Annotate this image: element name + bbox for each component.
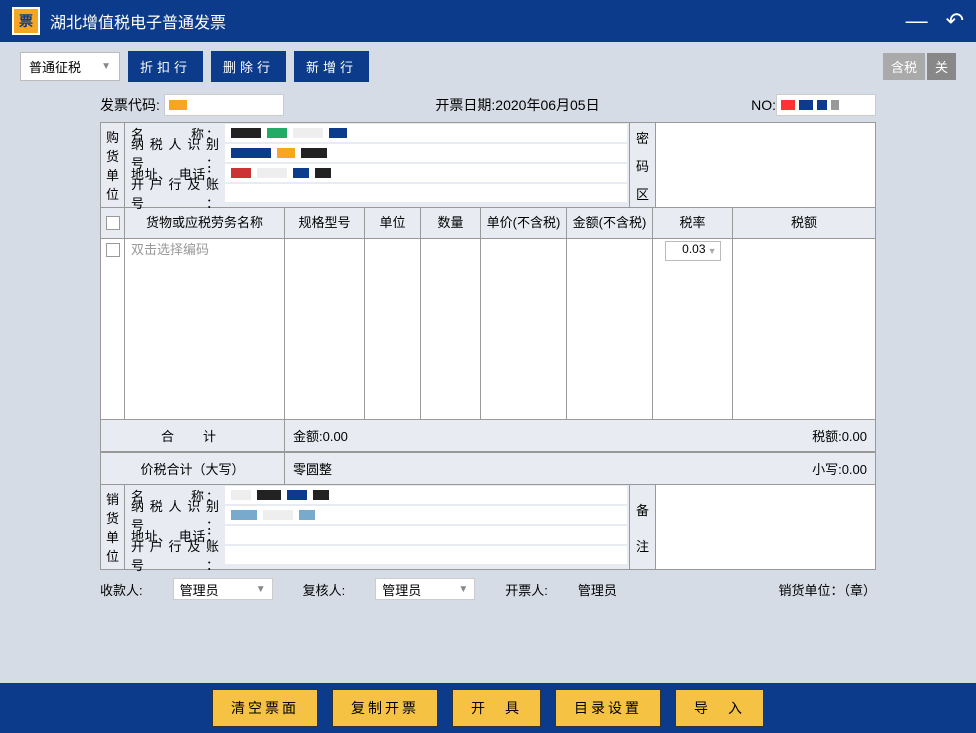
header-checkbox[interactable] <box>106 216 120 230</box>
unit-cell[interactable] <box>365 239 421 419</box>
col-qty: 数量 <box>421 208 481 238</box>
seller-taxid-field[interactable] <box>225 506 627 524</box>
tax-total: 税额:0.00 <box>812 426 867 445</box>
amount-total: 金额:0.00 <box>293 426 348 445</box>
payee-label: 收款人: <box>100 580 143 599</box>
toolbar: 普通征税 ▼ 折扣行 删除行 新增行 含税 关 <box>0 42 976 90</box>
col-spec: 规格型号 <box>285 208 365 238</box>
catalog-button[interactable]: 目录设置 <box>555 689 661 727</box>
invoice-date-value: 2020年06月05日 <box>495 95 599 115</box>
buyer-section: 购货单位 名 称： 纳税人识别号： 地址、 电话： 开户行及账号： 密码区 <box>101 123 875 208</box>
row-checkbox[interactable] <box>106 243 120 257</box>
qty-cell[interactable] <box>421 239 481 419</box>
reviewer-select[interactable]: 管理员▼ <box>375 578 475 600</box>
add-row-button[interactable]: 新增行 <box>294 51 369 82</box>
tax-mode-select[interactable]: 普通征税 ▼ <box>20 52 120 81</box>
seller-bank-field[interactable] <box>225 546 627 564</box>
invoice-meta-row: 发票代码: 开票日期: 2020年06月05日 NO: <box>0 90 976 122</box>
col-item-name: 货物或应税劳务名称 <box>125 208 285 238</box>
amount-cell[interactable] <box>567 239 653 419</box>
bottom-action-bar: 清空票面 复制开票 开 具 目录设置 导 入 <box>0 683 976 733</box>
copy-issue-button[interactable]: 复制开票 <box>332 689 438 727</box>
col-rate: 税率 <box>653 208 733 238</box>
tax-mode-value: 普通征税 <box>29 57 81 76</box>
back-icon[interactable]: ↶ <box>946 8 964 34</box>
buyer-name-field[interactable] <box>225 124 627 142</box>
col-unit: 单位 <box>365 208 421 238</box>
remark-area[interactable] <box>655 485 875 569</box>
invoice-code-label: 发票代码: <box>100 95 160 115</box>
drawer-value: 管理员 <box>578 580 617 599</box>
tax-rate-value: 0.03 <box>682 242 705 256</box>
stamp-label: 销货单位：（章） <box>778 580 876 599</box>
app-logo-icon: 票 <box>12 7 40 35</box>
spec-cell[interactable] <box>285 239 365 419</box>
seller-addr-field[interactable] <box>225 526 627 544</box>
chevron-down-icon: ▼ <box>256 584 266 595</box>
seller-name-field[interactable] <box>225 486 627 504</box>
remark-side-label: 备注 <box>629 485 655 569</box>
import-button[interactable]: 导 入 <box>675 689 764 727</box>
password-area <box>655 123 875 207</box>
password-side-label: 密码区 <box>629 123 655 207</box>
invoice-no-label: NO: <box>751 97 776 113</box>
buyer-taxid-field[interactable] <box>225 144 627 162</box>
discount-row-button[interactable]: 折扣行 <box>128 51 203 82</box>
buyer-bank-field[interactable] <box>225 184 627 202</box>
buyer-side-label: 购货单位 <box>101 123 125 207</box>
tax-inclusive-toggle[interactable]: 含税 <box>883 53 925 80</box>
titlebar: 票 湖北增值税电子普通发票 — ↶ <box>0 0 976 42</box>
signers-row: 收款人: 管理员▼ 复核人: 管理员▼ 开票人: 管理员 销货单位：（章） <box>0 570 976 608</box>
item-name-cell[interactable]: 双击选择编码 <box>125 239 284 258</box>
cn-total-value: 零圆整 <box>293 459 332 478</box>
seller-bank-label: 开户行及账号： <box>125 536 225 574</box>
payee-select[interactable]: 管理员▼ <box>173 578 273 600</box>
buyer-bank-label: 开户行及账号： <box>125 174 225 212</box>
seller-side-label: 销货单位 <box>101 485 125 569</box>
chevron-down-icon: ▼ <box>458 584 468 595</box>
invoice-frame: 购货单位 名 称： 纳税人识别号： 地址、 电话： 开户行及账号： 密码区 货物… <box>100 122 876 570</box>
seller-section: 销货单位 名 称： 纳税人识别号： 地址、 电话： 开户行及账号： 备注 <box>101 485 875 569</box>
invoice-date-label: 开票日期: <box>435 95 495 115</box>
chevron-down-icon: ▼ <box>101 61 111 72</box>
minimize-icon[interactable]: — <box>906 8 928 34</box>
items-grid-header: 货物或应税劳务名称 规格型号 单位 数量 单价(不含税) 金额(不含税) 税率 … <box>101 208 875 239</box>
delete-row-button[interactable]: 删除行 <box>211 51 286 82</box>
sum-label: 合 计 <box>101 420 285 451</box>
col-price: 单价(不含税) <box>481 208 567 238</box>
reviewer-label: 复核人: <box>303 580 346 599</box>
invoice-no-field[interactable] <box>776 94 876 116</box>
window-title: 湖北增值税电子普通发票 <box>50 9 226 33</box>
col-tax: 税额 <box>733 208 875 238</box>
invoice-code-field[interactable] <box>164 94 284 116</box>
col-amount: 金额(不含税) <box>567 208 653 238</box>
clear-button[interactable]: 清空票面 <box>212 689 318 727</box>
cn-total-label: 价税合计（大写） <box>101 453 285 484</box>
items-grid-body: 双击选择编码 0.03 ▼ <box>101 239 875 419</box>
drawer-label: 开票人: <box>505 580 548 599</box>
issue-button[interactable]: 开 具 <box>452 689 541 727</box>
close-button[interactable]: 关 <box>927 53 956 80</box>
tax-cell[interactable] <box>733 239 875 419</box>
totals-row: 合 计 金额:0.00 税额:0.00 <box>101 419 875 452</box>
chevron-down-icon: ▼ <box>708 246 717 256</box>
buyer-addr-field[interactable] <box>225 164 627 182</box>
lower-total: 小写:0.00 <box>812 459 867 478</box>
tax-rate-select[interactable]: 0.03 ▼ <box>665 241 721 261</box>
cn-total-row: 价税合计（大写） 零圆整 小写:0.00 <box>101 452 875 485</box>
price-cell[interactable] <box>481 239 567 419</box>
